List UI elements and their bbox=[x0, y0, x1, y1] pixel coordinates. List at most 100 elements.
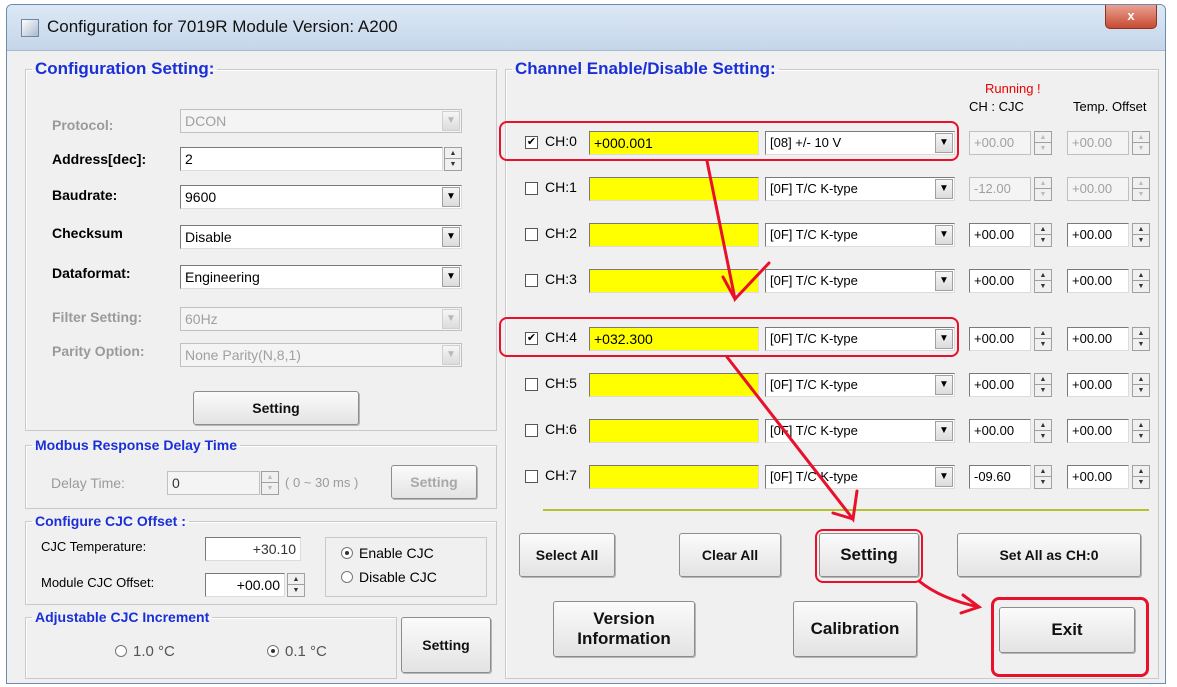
channel-range-select[interactable]: [0F] T/C K-type ▼ bbox=[765, 373, 955, 397]
spin-up-icon[interactable]: ▲ bbox=[1035, 132, 1051, 143]
channel-cjc-stepper[interactable]: ▲ ▼ bbox=[1034, 373, 1052, 397]
enable-cjc-label[interactable]: Enable CJC bbox=[359, 545, 434, 561]
channel-offset-field[interactable]: +00.00 bbox=[1067, 373, 1129, 397]
select-all-button[interactable]: Select All bbox=[519, 533, 615, 577]
spin-up-icon[interactable]: ▲ bbox=[262, 472, 278, 483]
increment-setting-button[interactable]: Setting bbox=[401, 617, 491, 673]
chevron-down-icon[interactable]: ▼ bbox=[442, 187, 460, 207]
channel-cjc-field[interactable]: +00.00 bbox=[969, 419, 1031, 443]
channel-range-select[interactable]: [0F] T/C K-type ▼ bbox=[765, 223, 955, 247]
dataformat-select[interactable]: Engineering ▼ bbox=[180, 265, 462, 289]
channel-cjc-field[interactable]: -09.60 bbox=[969, 465, 1031, 489]
channel-offset-field[interactable]: +00.00 bbox=[1067, 269, 1129, 293]
channel-cjc-field[interactable]: -12.00 bbox=[969, 177, 1031, 201]
spin-down-icon[interactable]: ▼ bbox=[445, 159, 461, 170]
chevron-down-icon[interactable]: ▼ bbox=[935, 467, 953, 487]
disable-cjc-label[interactable]: Disable CJC bbox=[359, 569, 437, 585]
channel-offset-stepper[interactable]: ▲ ▼ bbox=[1132, 269, 1150, 293]
config-setting-button[interactable]: Setting bbox=[193, 391, 359, 425]
channel-offset-field[interactable]: +00.00 bbox=[1067, 465, 1129, 489]
spin-down-icon[interactable]: ▼ bbox=[1133, 385, 1149, 396]
spin-up-icon[interactable]: ▲ bbox=[1035, 466, 1051, 477]
channel-cjc-stepper[interactable]: ▲ ▼ bbox=[1034, 419, 1052, 443]
channel-offset-field[interactable]: +00.00 bbox=[1067, 419, 1129, 443]
channel-label[interactable]: CH:7 bbox=[545, 467, 577, 483]
enable-cjc-radio[interactable] bbox=[341, 547, 353, 559]
chevron-down-icon[interactable]: ▼ bbox=[935, 421, 953, 441]
spin-down-icon[interactable]: ▼ bbox=[1133, 431, 1149, 442]
chevron-down-icon[interactable]: ▼ bbox=[935, 375, 953, 395]
channel-cjc-field[interactable]: +00.00 bbox=[969, 269, 1031, 293]
channel-offset-stepper[interactable]: ▲ ▼ bbox=[1132, 223, 1150, 247]
spin-up-icon[interactable]: ▲ bbox=[1133, 374, 1149, 385]
spin-down-icon[interactable]: ▼ bbox=[1133, 339, 1149, 350]
channel-offset-field[interactable]: +00.00 bbox=[1067, 177, 1129, 201]
chevron-down-icon[interactable]: ▼ bbox=[442, 227, 460, 247]
channel-label[interactable]: CH:1 bbox=[545, 179, 577, 195]
channel-offset-field[interactable]: +00.00 bbox=[1067, 131, 1129, 155]
calibration-button[interactable]: Calibration bbox=[793, 601, 917, 657]
spin-down-icon[interactable]: ▼ bbox=[262, 483, 278, 494]
disable-cjc-radio[interactable] bbox=[341, 571, 353, 583]
chevron-down-icon[interactable]: ▼ bbox=[442, 267, 460, 287]
baudrate-select[interactable]: 9600 ▼ bbox=[180, 185, 462, 209]
channel-label[interactable]: CH:3 bbox=[545, 271, 577, 287]
channel-label[interactable]: CH:6 bbox=[545, 421, 577, 437]
channel-offset-stepper[interactable]: ▲ ▼ bbox=[1132, 419, 1150, 443]
channel-checkbox[interactable] bbox=[525, 470, 538, 483]
spin-up-icon[interactable]: ▲ bbox=[1035, 328, 1051, 339]
increment-01-label[interactable]: 0.1 °C bbox=[285, 643, 327, 660]
clear-all-button[interactable]: Clear All bbox=[679, 533, 781, 577]
spin-down-icon[interactable]: ▼ bbox=[1035, 281, 1051, 292]
increment-01-radio[interactable] bbox=[267, 645, 279, 657]
spin-up-icon[interactable]: ▲ bbox=[1133, 328, 1149, 339]
channel-range-select[interactable]: [0F] T/C K-type ▼ bbox=[765, 419, 955, 443]
chevron-down-icon[interactable]: ▼ bbox=[935, 271, 953, 291]
channel-cjc-stepper[interactable]: ▲ ▼ bbox=[1034, 177, 1052, 201]
channel-offset-stepper[interactable]: ▲ ▼ bbox=[1132, 465, 1150, 489]
spin-up-icon[interactable]: ▲ bbox=[1133, 178, 1149, 189]
increment-1-label[interactable]: 1.0 °C bbox=[133, 643, 175, 660]
module-cjc-offset-stepper[interactable]: ▲ ▼ bbox=[287, 573, 305, 597]
spin-down-icon[interactable]: ▼ bbox=[1035, 143, 1051, 154]
spin-up-icon[interactable]: ▲ bbox=[1133, 466, 1149, 477]
channel-offset-field[interactable]: +00.00 bbox=[1067, 327, 1129, 351]
channel-checkbox[interactable] bbox=[525, 378, 538, 391]
spin-down-icon[interactable]: ▼ bbox=[1035, 235, 1051, 246]
spin-up-icon[interactable]: ▲ bbox=[1035, 420, 1051, 431]
checksum-select[interactable]: Disable ▼ bbox=[180, 225, 462, 249]
modbus-setting-button[interactable]: Setting bbox=[391, 465, 477, 499]
channel-offset-stepper[interactable]: ▲ ▼ bbox=[1132, 177, 1150, 201]
channel-checkbox[interactable] bbox=[525, 274, 538, 287]
channel-cjc-field[interactable]: +00.00 bbox=[969, 327, 1031, 351]
delay-time-stepper[interactable]: ▲ ▼ bbox=[261, 471, 279, 495]
chevron-down-icon[interactable]: ▼ bbox=[935, 225, 953, 245]
spin-down-icon[interactable]: ▼ bbox=[1133, 477, 1149, 488]
spin-down-icon[interactable]: ▼ bbox=[1133, 235, 1149, 246]
module-cjc-offset-field[interactable]: +00.00 bbox=[205, 573, 285, 597]
channel-cjc-field[interactable]: +00.00 bbox=[969, 223, 1031, 247]
set-all-as-ch0-button[interactable]: Set All as CH:0 bbox=[957, 533, 1141, 577]
version-information-button[interactable]: Version Information bbox=[553, 601, 695, 657]
spin-up-icon[interactable]: ▲ bbox=[288, 574, 304, 585]
spin-down-icon[interactable]: ▼ bbox=[1035, 385, 1051, 396]
channel-checkbox[interactable] bbox=[525, 228, 538, 241]
spin-up-icon[interactable]: ▲ bbox=[1035, 224, 1051, 235]
channel-cjc-stepper[interactable]: ▲ ▼ bbox=[1034, 223, 1052, 247]
spin-up-icon[interactable]: ▲ bbox=[1133, 270, 1149, 281]
channel-cjc-field[interactable]: +00.00 bbox=[969, 131, 1031, 155]
spin-down-icon[interactable]: ▼ bbox=[1035, 339, 1051, 350]
spin-down-icon[interactable]: ▼ bbox=[1133, 143, 1149, 154]
spin-down-icon[interactable]: ▼ bbox=[1133, 189, 1149, 200]
spin-down-icon[interactable]: ▼ bbox=[288, 585, 304, 596]
spin-down-icon[interactable]: ▼ bbox=[1035, 477, 1051, 488]
spin-up-icon[interactable]: ▲ bbox=[1035, 178, 1051, 189]
spin-up-icon[interactable]: ▲ bbox=[1035, 270, 1051, 281]
spin-up-icon[interactable]: ▲ bbox=[1035, 374, 1051, 385]
spin-down-icon[interactable]: ▼ bbox=[1035, 189, 1051, 200]
channel-offset-stepper[interactable]: ▲ ▼ bbox=[1132, 327, 1150, 351]
channel-range-select[interactable]: [0F] T/C K-type ▼ bbox=[765, 177, 955, 201]
spin-up-icon[interactable]: ▲ bbox=[1133, 132, 1149, 143]
address-field[interactable]: 2 bbox=[180, 147, 443, 171]
channel-range-select[interactable]: [0F] T/C K-type ▼ bbox=[765, 465, 955, 489]
